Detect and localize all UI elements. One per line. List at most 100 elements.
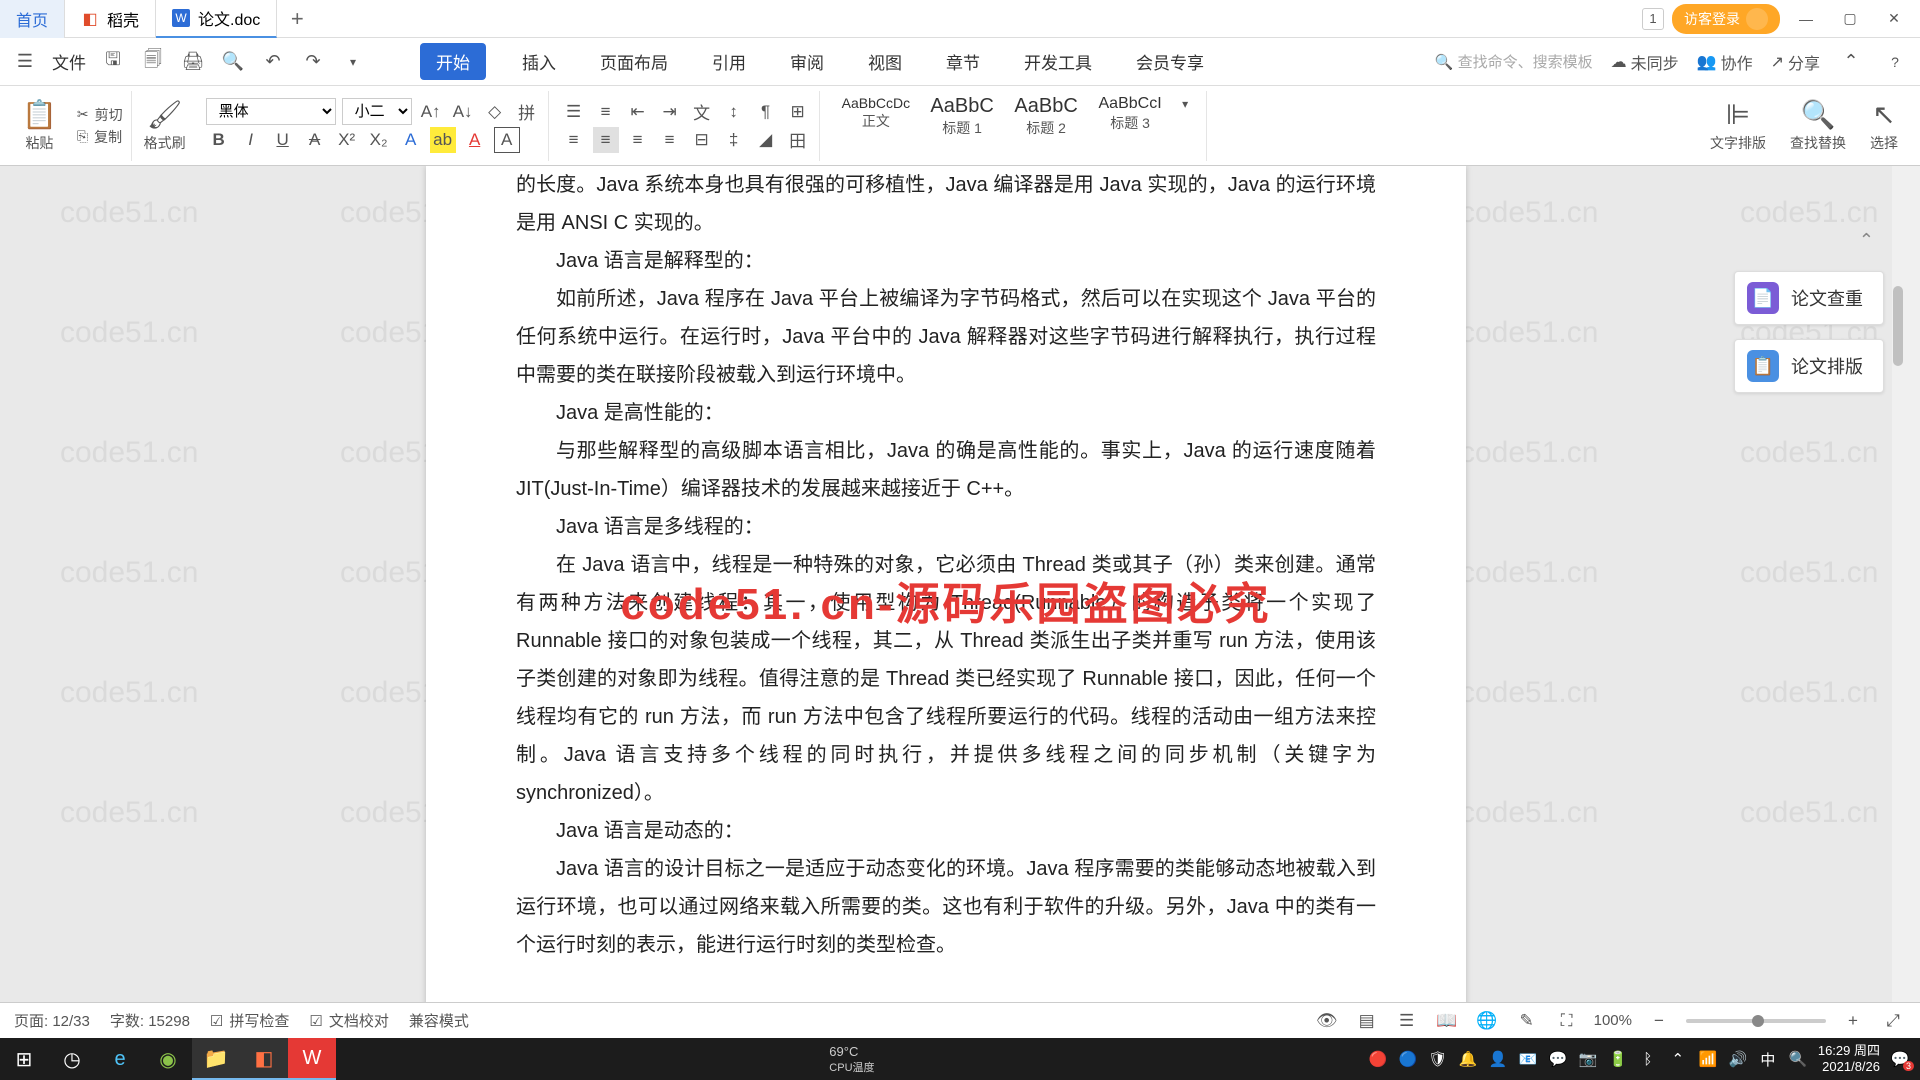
window-count[interactable]: 1 [1642,8,1664,30]
collapse-ribbon-icon[interactable]: ⌃ [1838,49,1864,75]
menu-tab-member[interactable]: 会员专享 [1128,43,1212,80]
paper-check-button[interactable]: 📄 论文查重 [1734,271,1884,325]
word-count[interactable]: 字数: 15298 [110,1010,190,1031]
text-effect-icon[interactable]: A [398,127,424,153]
print-icon[interactable]: 🖨 [180,49,206,75]
hamburger-icon[interactable]: ☰ [12,49,38,75]
new-tab-button[interactable]: + [277,6,317,32]
char-border-icon[interactable]: A [494,127,520,153]
taskbar-clock[interactable]: 16:29 周四 2021/8/26 [1818,1043,1880,1074]
line-spacing-icon[interactable]: ‡ [721,127,747,153]
tray-icon[interactable]: 📧 [1518,1049,1538,1069]
superscript-icon[interactable]: X² [334,127,360,153]
vertical-scrollbar[interactable] [1892,166,1904,1044]
zoom-in-icon[interactable]: + [1840,1008,1866,1034]
undo-icon[interactable]: ↶ [260,49,286,75]
menu-tab-review[interactable]: 审阅 [782,43,832,80]
zoom-thumb[interactable] [1752,1015,1764,1027]
search-command[interactable]: 🔍 查找命令、搜索模板 [1435,51,1593,72]
tray-icon[interactable]: 💬 [1548,1049,1568,1069]
page-number[interactable]: 页面: 12/33 [14,1010,90,1031]
collab-button[interactable]: 👥 协作 [1697,50,1753,74]
bullet-list-icon[interactable]: ☰ [561,99,587,125]
styles-more-icon[interactable]: ▾ [1172,91,1198,117]
volume-icon[interactable]: 🔊 [1728,1049,1748,1069]
tray-icon[interactable]: 🔴 [1368,1049,1388,1069]
clear-format-icon[interactable]: ◇ [482,99,508,125]
tray-icon[interactable]: 🔋 [1608,1049,1628,1069]
tray-icon[interactable]: 📷 [1578,1049,1598,1069]
text-layout-button[interactable]: ⊫ 文字排版 [1702,98,1774,153]
style-h2[interactable]: AaBbC 标题 2 [1004,91,1088,161]
scrollbar-thumb[interactable] [1893,286,1903,366]
phonetic-icon[interactable]: 拼 [514,99,540,125]
distribute-icon[interactable]: ⊟ [689,127,715,153]
tab-daoke[interactable]: ◧ 稻壳 [65,0,156,38]
tab-icon[interactable]: ⊞ [785,99,811,125]
menu-tab-start[interactable]: 开始 [420,43,486,80]
fullscreen-icon[interactable]: ⤢ [1880,1008,1906,1034]
tray-icon[interactable]: 🔵 [1398,1049,1418,1069]
increase-font-icon[interactable]: A↑ [418,99,444,125]
taskbar-app-2[interactable]: ◧ [240,1038,288,1080]
redo-icon[interactable]: ↷ [300,49,326,75]
align-center-icon[interactable]: ≡ [593,127,619,153]
dropdown-icon[interactable]: ▾ [340,49,366,75]
font-size-select[interactable]: 小二 [342,98,412,125]
zoom-value[interactable]: 100% [1594,1012,1632,1029]
minimize-button[interactable]: — [1788,1,1824,37]
menu-tab-insert[interactable]: 插入 [514,43,564,80]
print-preview-icon[interactable]: 🔍 [220,49,246,75]
decrease-indent-icon[interactable]: ⇤ [625,99,651,125]
format-painter-button[interactable]: 🖌 格式刷 [136,98,194,153]
style-body[interactable]: AaBbCcDc 正文 [832,91,920,161]
bold-icon[interactable]: B [206,127,232,153]
tab-document[interactable]: W 论文.doc [156,0,277,38]
maximize-button[interactable]: ▢ [1832,1,1868,37]
tab-home[interactable]: 首页 [0,0,65,38]
tray-icon[interactable]: 👤 [1488,1049,1508,1069]
font-color-icon[interactable]: A [462,127,488,153]
menu-tab-devtools[interactable]: 开发工具 [1016,43,1100,80]
justify-icon[interactable]: ≡ [657,127,683,153]
unsync-button[interactable]: ☁ 未同步 [1611,50,1679,74]
align-right-icon[interactable]: ≡ [625,127,651,153]
bluetooth-icon[interactable]: ᛒ [1638,1049,1658,1069]
increase-indent-icon[interactable]: ⇥ [657,99,683,125]
style-h3[interactable]: AaBbCcI 标题 3 [1088,91,1172,161]
border-icon[interactable]: 田 [785,127,811,153]
subscript-icon[interactable]: X₂ [366,127,392,153]
paste-button[interactable]: 📋 粘贴 [14,98,65,153]
zoom-slider[interactable] [1686,1019,1826,1023]
eye-icon[interactable]: 👁 [1314,1008,1340,1034]
tray-icon[interactable]: 🔔 [1458,1049,1478,1069]
taskbar-app-1[interactable]: ◷ [48,1038,96,1080]
sort-icon[interactable]: ↕ [721,99,747,125]
menu-tab-section[interactable]: 章节 [938,43,988,80]
tray-icon[interactable]: 🛡 [1428,1049,1448,1069]
page-view-icon[interactable]: ▤ [1354,1008,1380,1034]
find-replace-button[interactable]: 🔍 查找替换 [1782,98,1854,153]
notification-icon[interactable]: 💬3 [1890,1049,1910,1069]
menu-tab-layout[interactable]: 页面布局 [592,43,676,80]
cut-button[interactable]: ✂剪切 [77,105,123,125]
zoom-out-icon[interactable]: − [1646,1008,1672,1034]
copy-button[interactable]: ⎘复制 [77,127,123,147]
share-button[interactable]: ↗ 分享 [1771,50,1820,74]
wifi-icon[interactable]: 📶 [1698,1049,1718,1069]
select-button[interactable]: ↖ 选择 [1862,98,1906,153]
close-button[interactable]: ✕ [1876,1,1912,37]
web-view-icon[interactable]: 🌐 [1474,1008,1500,1034]
align-left-icon[interactable]: ≡ [561,127,587,153]
spellcheck-button[interactable]: ☑ 拼写检查 [210,1010,289,1031]
menu-tab-reference[interactable]: 引用 [704,43,754,80]
show-marks-icon[interactable]: ¶ [753,99,779,125]
save-icon[interactable]: 🖫 [100,49,126,75]
decrease-font-icon[interactable]: A↓ [450,99,476,125]
style-h1[interactable]: AaBbC 标题 1 [920,91,1004,161]
outline-view-icon[interactable]: ☰ [1394,1008,1420,1034]
collapse-side-icon[interactable]: ⌃ [1859,230,1874,251]
ie-icon[interactable]: e [96,1038,144,1080]
explorer-icon[interactable]: 📁 [192,1038,240,1080]
italic-icon[interactable]: I [238,127,264,153]
